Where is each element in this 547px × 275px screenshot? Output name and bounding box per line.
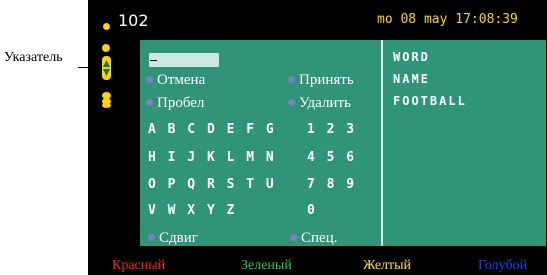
dot-icon	[102, 44, 110, 52]
history-item[interactable]: NAME	[393, 72, 430, 86]
space-option[interactable]: Пробел	[146, 95, 204, 112]
accept-option[interactable]: Принять	[288, 72, 354, 89]
keyboard-row-2-digits[interactable]: 4 5 6	[307, 150, 356, 165]
delete-option[interactable]: Удалить	[288, 95, 351, 112]
yellow-key-label[interactable]: Желтый	[363, 258, 411, 274]
text-input-field[interactable]	[149, 53, 219, 67]
blue-key-label[interactable]: Голубой	[478, 258, 527, 274]
channel-number: 102	[118, 11, 149, 30]
keyboard-row-4-letters[interactable]: V W X Y Z	[148, 203, 236, 218]
text-cursor	[150, 60, 157, 61]
purple-key-icon	[146, 99, 153, 107]
green-key-label[interactable]: Зеленый	[241, 258, 292, 274]
scroll-arrows-icon[interactable]	[102, 56, 111, 80]
purple-key-icon	[146, 76, 153, 84]
keyboard-row-3-digits[interactable]: 7 8 9	[307, 177, 356, 192]
cancel-option[interactable]: Отмена	[146, 72, 205, 89]
purple-key-icon	[288, 76, 295, 84]
date-time: mo 08 may 17:08:39	[377, 12, 518, 27]
keyboard-row-2-letters[interactable]: H I J K L M N	[148, 150, 276, 165]
pointer-callout-label: Указатель	[4, 50, 63, 65]
purple-key-icon	[148, 234, 155, 242]
red-key-label[interactable]: Красный	[112, 258, 165, 274]
purple-key-icon	[290, 234, 297, 242]
keyboard-row-1-letters[interactable]: A B C D E F G	[148, 122, 276, 137]
keyboard-row-4-digits[interactable]: 0	[307, 203, 317, 218]
pointer-callout-line	[78, 67, 98, 68]
history-item[interactable]: FOOTBALL	[393, 94, 467, 108]
channel-indicator-icon	[103, 23, 110, 30]
shift-option[interactable]: Сдвиг	[148, 230, 198, 247]
special-option[interactable]: Спец.	[290, 230, 337, 247]
keyboard-row-3-letters[interactable]: O P Q R S T U	[148, 177, 276, 192]
purple-key-icon	[288, 99, 295, 107]
history-item[interactable]: WORD	[393, 50, 430, 64]
keyboard-row-1-digits[interactable]: 1 2 3	[307, 122, 356, 137]
panel-divider	[381, 40, 383, 246]
stack-icon	[102, 92, 111, 108]
